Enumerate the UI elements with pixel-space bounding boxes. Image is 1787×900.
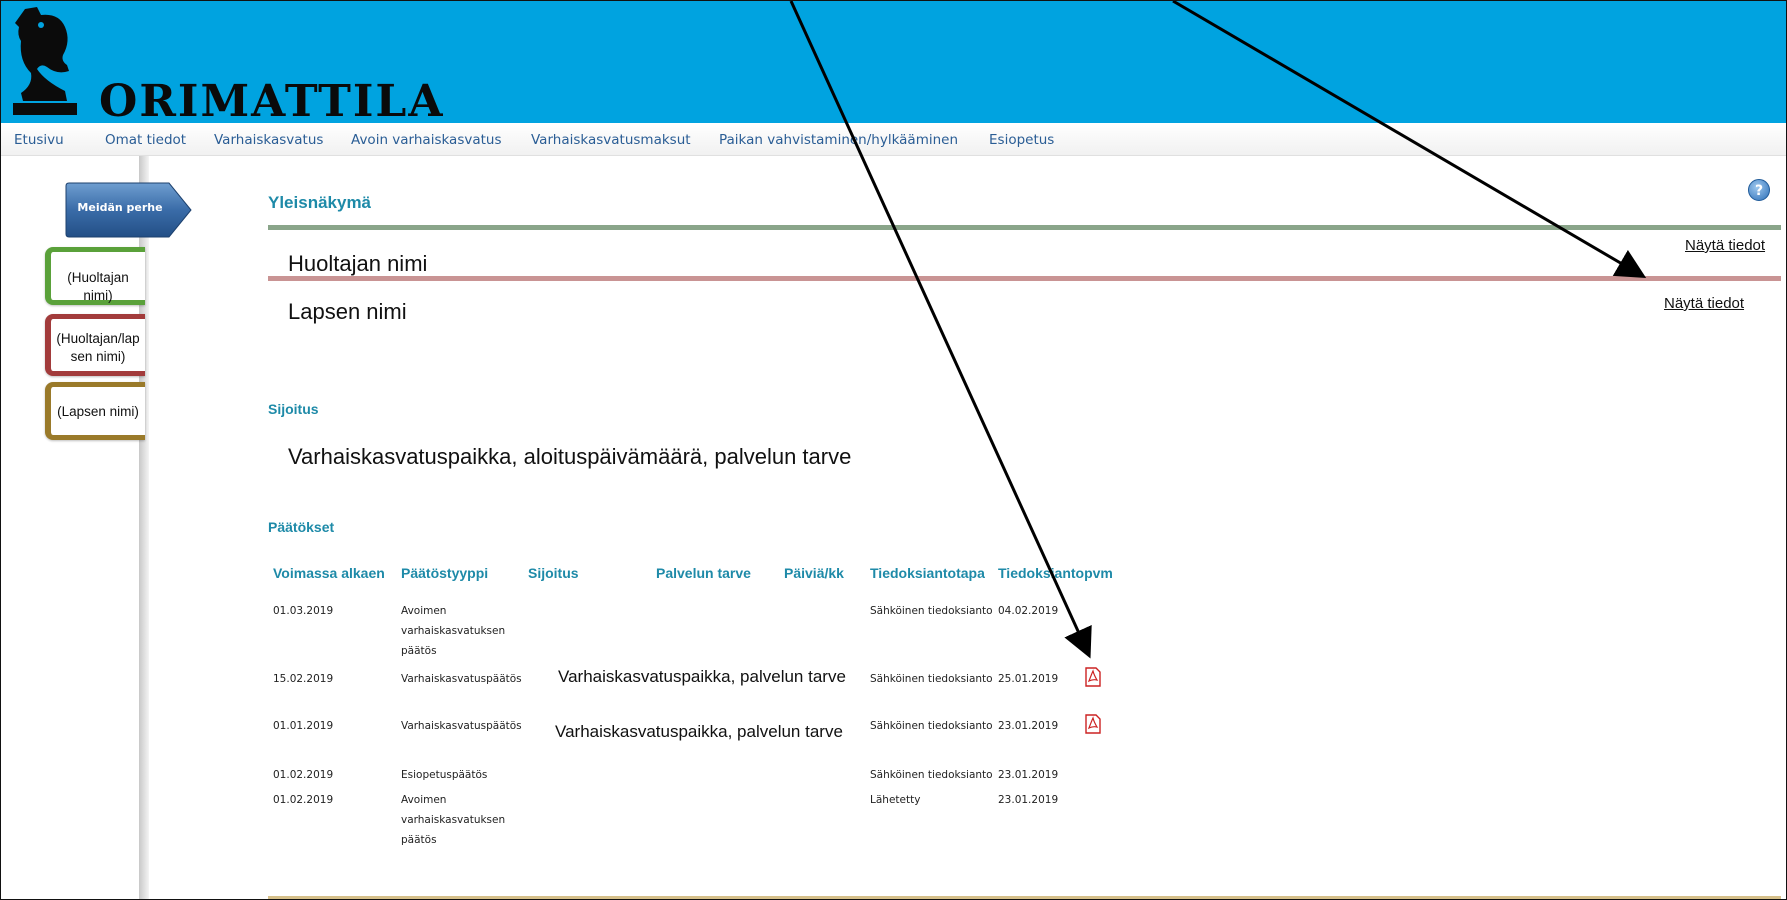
row3-placement: Varhaiskasvatuspaikka, palvelun tarve xyxy=(555,722,843,741)
row2-date: 25.01.2019 xyxy=(998,673,1059,685)
row3-date: 23.01.2019 xyxy=(998,720,1059,732)
row4-date: 23.01.2019 xyxy=(998,769,1059,781)
sidebar-tab-guardian-child[interactable]: (Huoltajan/lap sen nimi) xyxy=(45,314,145,376)
help-icon[interactable]: ? xyxy=(1748,179,1770,201)
row5-start: 01.02.2019 xyxy=(273,794,334,806)
guardian-name: Huoltajan nimi xyxy=(288,251,428,276)
nav-varhaiskasvatus[interactable]: Varhaiskasvatus xyxy=(214,132,323,148)
row5-type-2: varhaiskasvatuksen xyxy=(401,814,506,826)
row5-method: Lähetetty xyxy=(870,794,921,806)
nav-varhaiskasvatusmaksut[interactable]: Varhaiskasvatusmaksut xyxy=(531,132,691,148)
nav-esiopetus[interactable]: Esiopetus xyxy=(989,132,1054,148)
nav-paikan-vahvistaminen[interactable]: Paikan vahvistaminen/hylkääminen xyxy=(719,132,958,148)
app-window: ORIMATTILA Etusivu Omat tiedot Varhaiska… xyxy=(0,0,1787,900)
row5-type-3: päätös xyxy=(401,834,437,846)
overview-title: Yleisnäkymä xyxy=(268,193,372,212)
row5-date: 23.01.2019 xyxy=(998,794,1059,806)
row3-type: Varhaiskasvatuspäätös xyxy=(401,720,522,732)
nav-etusivu[interactable]: Etusivu xyxy=(14,132,64,148)
sidebar-tab-guardian-child-label-1: (Huoltajan/lap xyxy=(56,331,140,346)
row2-placement: Varhaiskasvatuspaikka, palvelun tarve xyxy=(558,667,846,686)
gold-divider xyxy=(268,896,1781,899)
row4-start: 01.02.2019 xyxy=(273,769,334,781)
sidebar-tab-child[interactable]: (Lapsen nimi) xyxy=(45,382,145,440)
decisions-title: Päätökset xyxy=(268,519,335,535)
row4-method: Sähköinen tiedoksianto xyxy=(870,769,993,781)
show-details-child-link[interactable]: Näytä tiedot xyxy=(1664,295,1744,312)
header-banner: ORIMATTILA xyxy=(1,1,1786,127)
pdf-icon[interactable] xyxy=(1084,714,1102,734)
col-decision-type[interactable]: Päätöstyyppi xyxy=(401,565,488,581)
row4-type: Esiopetuspäätös xyxy=(401,769,488,781)
row3-start: 01.01.2019 xyxy=(273,720,334,732)
red-divider xyxy=(268,276,1781,281)
row5-type-1: Avoimen xyxy=(401,794,447,806)
nav-avoin-varhaiskasvatus[interactable]: Avoin varhaiskasvatus xyxy=(351,132,502,148)
placement-title: Sijoitus xyxy=(268,401,319,417)
nav-omat-tiedot[interactable]: Omat tiedot xyxy=(105,132,186,148)
green-divider xyxy=(268,225,1781,230)
row1-method: Sähköinen tiedoksianto xyxy=(870,605,993,617)
pdf-icon[interactable] xyxy=(1084,667,1102,687)
row1-type-3: päätös xyxy=(401,645,437,657)
row3-method: Sähköinen tiedoksianto xyxy=(870,720,993,732)
col-days-per-month[interactable]: Päiviä/kk xyxy=(784,565,844,581)
row1-type-1: Avoimen xyxy=(401,605,447,617)
row1-date: 04.02.2019 xyxy=(998,605,1059,617)
col-delivery-method[interactable]: Tiedoksiantotapa xyxy=(870,565,985,581)
col-service-need[interactable]: Palvelun tarve xyxy=(656,565,751,581)
row1-start: 01.03.2019 xyxy=(273,605,334,617)
row1-type-2: varhaiskasvatuksen xyxy=(401,625,506,637)
row2-method: Sähköinen tiedoksianto xyxy=(870,673,993,685)
show-details-guardian-link[interactable]: Näytä tiedot xyxy=(1685,237,1765,254)
col-valid-from[interactable]: Voimassa alkaen xyxy=(273,565,385,581)
col-delivery-date[interactable]: Tiedoksiantopvm xyxy=(998,565,1113,581)
child-name: Lapsen nimi xyxy=(288,299,407,324)
sidebar-tab-guardian[interactable]: (Huoltajan nimi) xyxy=(45,247,145,305)
knight-logo-icon xyxy=(13,7,77,115)
logo-text: ORIMATTILA xyxy=(99,76,445,127)
row2-type: Varhaiskasvatuspäätös xyxy=(401,673,522,685)
sidebar-tab-guardian-child-label-2: sen nimi) xyxy=(70,349,126,364)
col-placement[interactable]: Sijoitus xyxy=(528,565,579,581)
placement-summary: Varhaiskasvatuspaikka, aloituspäivämäärä… xyxy=(288,444,852,469)
family-tab-label: Meidän perhe xyxy=(77,201,163,214)
main-nav: Etusivu Omat tiedot Varhaiskasvatus Avoi… xyxy=(1,123,1786,156)
sidebar-tab-guardian-label: (Huoltajan nimi) xyxy=(67,270,129,303)
sidebar-tab-child-label: (Lapsen nimi) xyxy=(57,404,139,419)
row2-start: 15.02.2019 xyxy=(273,673,334,685)
